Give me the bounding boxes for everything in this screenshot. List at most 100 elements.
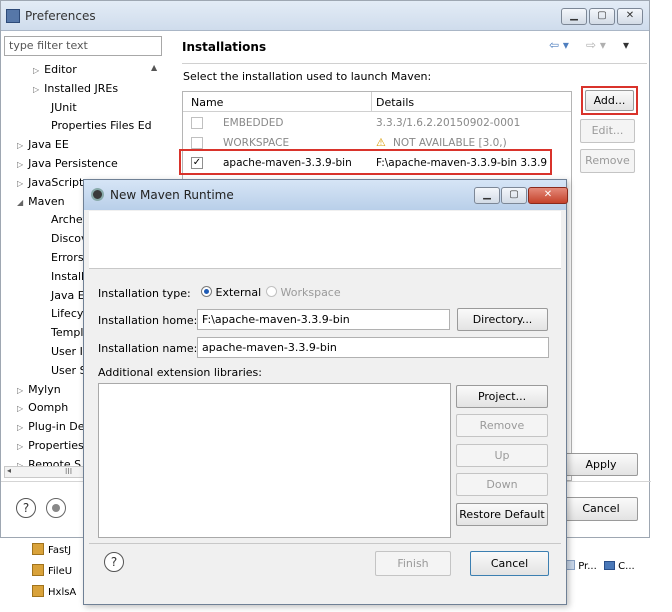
apply-button[interactable]: Apply bbox=[564, 453, 638, 476]
tree-item-label: Errors/ bbox=[51, 251, 88, 264]
background-tree-item[interactable]: HxlsA bbox=[22, 585, 76, 598]
tree-item[interactable]: Errors/ bbox=[46, 251, 87, 264]
add-button[interactable]: Add... bbox=[585, 90, 634, 111]
tree-item[interactable]: ▷ Mylyn bbox=[17, 383, 61, 396]
import-export-icon[interactable] bbox=[46, 498, 66, 518]
filter-input[interactable]: type filter text bbox=[4, 36, 162, 56]
dialog-close-button[interactable]: ✕ bbox=[528, 187, 568, 204]
tree-item-label: Installed JREs bbox=[44, 81, 119, 95]
tree-item-label: User S bbox=[51, 363, 87, 377]
tree-item[interactable]: ▷ Installed JREs bbox=[33, 82, 118, 95]
workspace-radio-icon[interactable] bbox=[266, 286, 277, 297]
cancel-preferences-button[interactable]: Cancel bbox=[564, 497, 638, 521]
external-radio[interactable]: External bbox=[201, 286, 261, 299]
scroll-left-icon[interactable]: ◂ bbox=[7, 466, 11, 475]
warning-icon: ⚠ bbox=[376, 136, 386, 149]
dialog-title-bar[interactable]: New Maven Runtime ▁ ▢ ✕ bbox=[84, 180, 568, 210]
dialog-cancel-button[interactable]: Cancel bbox=[470, 551, 549, 576]
background-tree-item[interactable]: FileU bbox=[22, 564, 72, 577]
forward-nav-icon[interactable]: ⇨ ▾ bbox=[586, 38, 606, 52]
back-nav-icon[interactable]: ⇦ ▾ bbox=[549, 38, 569, 52]
tree-item-label: Plug-in De bbox=[28, 420, 85, 434]
scroll-grip: III bbox=[65, 467, 73, 476]
header-divider bbox=[182, 63, 647, 64]
tree-item[interactable]: Properties Files Ed bbox=[46, 119, 151, 132]
expand-arrow-icon[interactable]: ▷ bbox=[17, 404, 23, 413]
installation-type-label: Installation type: bbox=[98, 287, 191, 300]
up-button[interactable]: Up bbox=[456, 444, 548, 467]
help-icon[interactable]: ? bbox=[16, 498, 36, 518]
installation-home-label: Installation home: bbox=[98, 314, 198, 327]
installation-home-input[interactable]: F:\apache-maven-3.3.9-bin bbox=[197, 309, 450, 330]
tree-item-label: Archet bbox=[51, 213, 87, 227]
tree-item[interactable]: ▷ Oomph bbox=[17, 401, 68, 414]
tree-item[interactable]: User S bbox=[46, 364, 87, 377]
tree-item-label: Properties Files Ed bbox=[51, 119, 151, 133]
tree-item[interactable]: ▷ Java EE bbox=[17, 138, 69, 151]
tree-item[interactable]: ▷ JavaScript bbox=[17, 176, 83, 189]
view-menu-icon[interactable]: ▾ bbox=[623, 38, 629, 52]
preferences-title: Preferences bbox=[25, 9, 96, 23]
background-status-bar: Pr... C... bbox=[565, 560, 665, 582]
row-name: WORKSPACE bbox=[223, 137, 290, 149]
expand-arrow-icon[interactable]: ▷ bbox=[17, 423, 23, 432]
java-file-icon bbox=[32, 585, 44, 597]
preferences-app-icon bbox=[6, 9, 20, 23]
column-name-header[interactable]: Name bbox=[191, 96, 223, 109]
remove-installation-button[interactable]: Remove bbox=[580, 149, 635, 173]
table-header: Name Details bbox=[183, 92, 571, 112]
collapse-arrow-icon[interactable]: ◢ bbox=[17, 198, 23, 207]
minimize-button[interactable]: ▁ bbox=[561, 8, 587, 25]
extension-libraries-list[interactable] bbox=[98, 383, 451, 538]
background-tree-label: HxlsA bbox=[48, 587, 77, 598]
console-view-icon[interactable] bbox=[603, 561, 615, 570]
table-row[interactable]: EMBEDDED 3.3.3/1.6.2.20150902-0001 bbox=[183, 114, 571, 133]
expand-arrow-icon[interactable]: ▷ bbox=[17, 386, 23, 395]
java-file-icon bbox=[32, 564, 44, 576]
dialog-maximize-button[interactable]: ▢ bbox=[501, 187, 527, 204]
tree-item[interactable]: JUnit bbox=[46, 101, 77, 114]
tree-item[interactable]: ◢ Maven bbox=[17, 195, 65, 208]
background-tree-item[interactable]: FastJ bbox=[22, 543, 71, 556]
expand-arrow-icon[interactable]: ▷ bbox=[17, 442, 23, 451]
installation-name-input[interactable]: apache-maven-3.3.9-bin bbox=[197, 337, 549, 358]
expand-arrow-icon[interactable]: ▷ bbox=[17, 141, 23, 150]
maximize-button[interactable]: ▢ bbox=[589, 8, 615, 25]
expand-arrow-icon[interactable]: ▷ bbox=[33, 66, 39, 75]
row-checkbox[interactable] bbox=[191, 117, 203, 129]
down-button[interactable]: Down bbox=[456, 473, 548, 496]
restore-default-button[interactable]: Restore Default bbox=[456, 503, 548, 526]
eclipse-icon bbox=[91, 188, 104, 201]
console-view-tab[interactable]: C... bbox=[618, 561, 635, 572]
scroll-up-icon[interactable]: ▲ bbox=[151, 63, 157, 72]
tree-item[interactable]: ▷ Editor bbox=[33, 63, 77, 76]
workspace-radio[interactable]: Workspace bbox=[266, 286, 341, 299]
external-radio-icon[interactable] bbox=[201, 286, 212, 297]
preferences-title-bar[interactable]: Preferences ▁ ▢ ✕ bbox=[1, 1, 649, 31]
remove-library-button[interactable]: Remove bbox=[456, 414, 548, 437]
tree-item-label: Editor bbox=[44, 63, 77, 76]
expand-arrow-icon[interactable]: ▷ bbox=[33, 85, 39, 94]
properties-view-tab[interactable]: Pr... bbox=[578, 561, 597, 572]
close-button[interactable]: ✕ bbox=[617, 8, 643, 25]
tree-item-label: JavaScript bbox=[28, 175, 84, 189]
tree-item[interactable]: ▷ Properties bbox=[17, 439, 84, 452]
finish-button[interactable]: Finish bbox=[375, 551, 451, 576]
column-details-header[interactable]: Details bbox=[376, 96, 414, 109]
directory-button[interactable]: Directory... bbox=[457, 308, 548, 331]
tree-item[interactable]: Archet bbox=[46, 213, 87, 226]
dialog-footer-divider bbox=[89, 543, 561, 544]
new-maven-runtime-dialog: New Maven Runtime ▁ ▢ ✕ Installation typ… bbox=[83, 179, 568, 605]
tree-item[interactable]: Discov bbox=[46, 232, 88, 245]
dialog-title: New Maven Runtime bbox=[110, 188, 234, 202]
tree-item[interactable]: ▷ Java Persistence bbox=[17, 157, 118, 170]
java-file-icon bbox=[32, 543, 44, 555]
dialog-help-icon[interactable]: ? bbox=[104, 552, 124, 572]
row-checkbox[interactable] bbox=[191, 137, 203, 149]
expand-arrow-icon[interactable]: ▷ bbox=[17, 160, 23, 169]
project-button[interactable]: Project... bbox=[456, 385, 548, 408]
edit-button[interactable]: Edit... bbox=[580, 119, 635, 143]
dialog-minimize-button[interactable]: ▁ bbox=[474, 187, 500, 204]
tree-item[interactable]: ▷ Plug-in De bbox=[17, 420, 85, 433]
expand-arrow-icon[interactable]: ▷ bbox=[17, 179, 23, 188]
